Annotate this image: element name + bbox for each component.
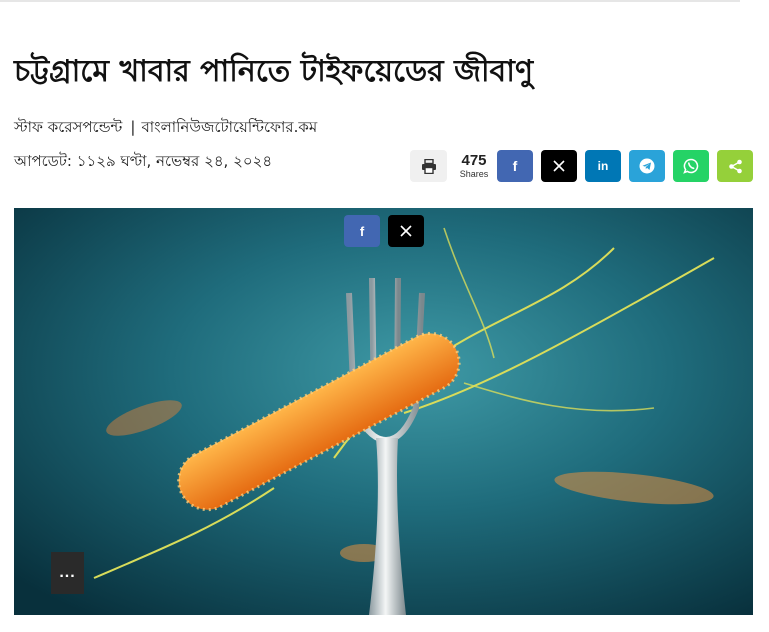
image-facebook-share-button[interactable]: f	[344, 215, 380, 247]
share-icon	[728, 159, 742, 173]
linkedin-share-button[interactable]: in	[585, 150, 621, 182]
facebook-icon: f	[359, 223, 365, 239]
facebook-icon: f	[512, 158, 518, 174]
updated-timestamp: আপডেট: ১১২৯ ঘণ্টা, নভেম্বর ২৪, ২০২৪	[14, 152, 273, 170]
whatsapp-share-button[interactable]	[673, 150, 709, 182]
twitter-share-button[interactable]	[541, 150, 577, 182]
twitter-x-icon	[553, 160, 565, 172]
facebook-share-button[interactable]: f	[497, 150, 533, 182]
twitter-x-icon	[400, 225, 412, 237]
telegram-share-button[interactable]	[629, 150, 665, 182]
print-icon	[421, 158, 436, 174]
byline-separator: |	[130, 118, 136, 136]
author-name[interactable]: স্টাফ করেসপন্ডেন্ট	[14, 118, 122, 136]
share-count-label: Shares	[459, 169, 489, 179]
image-twitter-share-button[interactable]	[388, 215, 424, 247]
article-headline: চট্টগ্রামে খাবার পানিতে টাইফয়েডের জীবাণ…	[14, 54, 534, 89]
telegram-icon	[639, 158, 655, 174]
ellipsis-icon: ...	[59, 564, 76, 581]
top-divider	[0, 0, 740, 2]
whatsapp-icon	[683, 158, 699, 174]
sharethis-button[interactable]	[717, 150, 753, 182]
linkedin-icon: in	[597, 159, 609, 173]
share-count: 475 Shares	[454, 152, 494, 180]
source-name[interactable]: বাংলানিউজটোয়েন্টিফোর.কম	[141, 118, 317, 136]
bacteria-fork-illustration	[14, 208, 753, 615]
more-options-button[interactable]: ...	[51, 552, 84, 594]
print-button[interactable]	[410, 150, 447, 182]
share-count-number: 475	[461, 152, 487, 169]
article-hero-image	[14, 208, 753, 615]
byline: স্টাফ করেসপন্ডেন্ট | বাংলানিউজটোয়েন্টিফোর…	[14, 116, 317, 138]
